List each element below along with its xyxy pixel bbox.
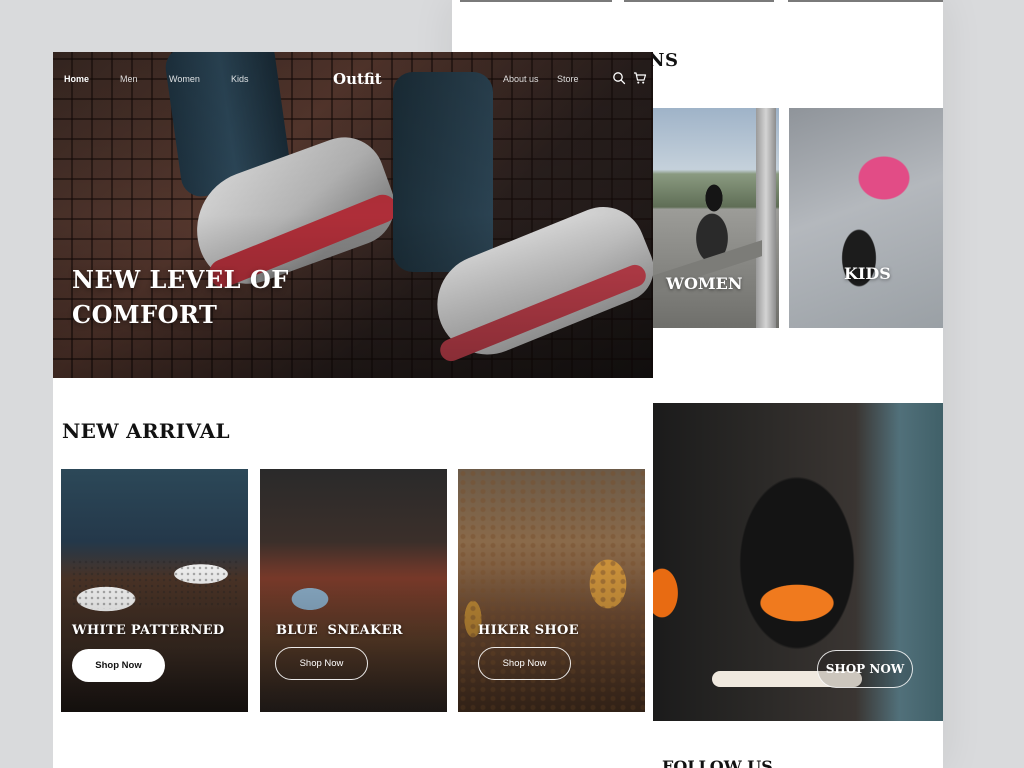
search-icon[interactable] (612, 71, 626, 85)
cart-icon[interactable] (633, 71, 647, 85)
hero-title: NEW LEVEL OF COMFORT (72, 262, 289, 332)
nav-link-kids[interactable]: Kids (231, 74, 249, 84)
category-card-women[interactable]: WOMEN (652, 108, 779, 328)
product-name: BLUE SNEAKER (276, 623, 403, 638)
product-card[interactable]: BLUE SNEAKER Shop Now (260, 469, 447, 712)
brand-logo[interactable]: Outfit (333, 70, 382, 88)
product-name: HIKER SHOE (478, 623, 579, 638)
product-name: WHITE PATTERNED (72, 623, 225, 638)
front-page: Home Men Women Kids Outfit About us Stor… (53, 52, 653, 768)
feature-banner: SHOP NOW (652, 403, 943, 721)
nav-link-store[interactable]: Store (557, 74, 579, 84)
product-card[interactable]: HIKER SHOE Shop Now (458, 469, 645, 712)
shop-now-button[interactable]: Shop Now (275, 647, 368, 680)
hero-banner: Home Men Women Kids Outfit About us Stor… (53, 52, 653, 378)
category-label: WOMEN (666, 274, 743, 293)
product-card[interactable]: WHITE PATTERNED Shop Now (61, 469, 248, 712)
category-card-kids[interactable]: KIDS (789, 108, 943, 328)
shop-now-button[interactable]: Shop Now (478, 647, 571, 680)
nav-link-home[interactable]: Home (64, 74, 89, 84)
hero-title-line: NEW LEVEL OF (72, 265, 289, 294)
nav-link-about[interactable]: About us (503, 74, 539, 84)
category-label: KIDS (844, 264, 891, 283)
shop-now-button[interactable]: SHOP NOW (817, 650, 913, 688)
new-arrival-heading: NEW ARRIVAL (62, 419, 230, 443)
nav-link-men[interactable]: Men (120, 74, 138, 84)
pole-image-detail (756, 108, 776, 328)
shop-now-button[interactable]: Shop Now (72, 649, 165, 682)
hero-title-line: COMFORT (72, 300, 218, 329)
top-image-strip (452, 0, 943, 3)
nav-link-women[interactable]: Women (169, 74, 200, 84)
follow-us-heading: FOLLOW US (662, 757, 773, 768)
top-navigation: Home Men Women Kids Outfit About us Stor… (53, 52, 653, 106)
